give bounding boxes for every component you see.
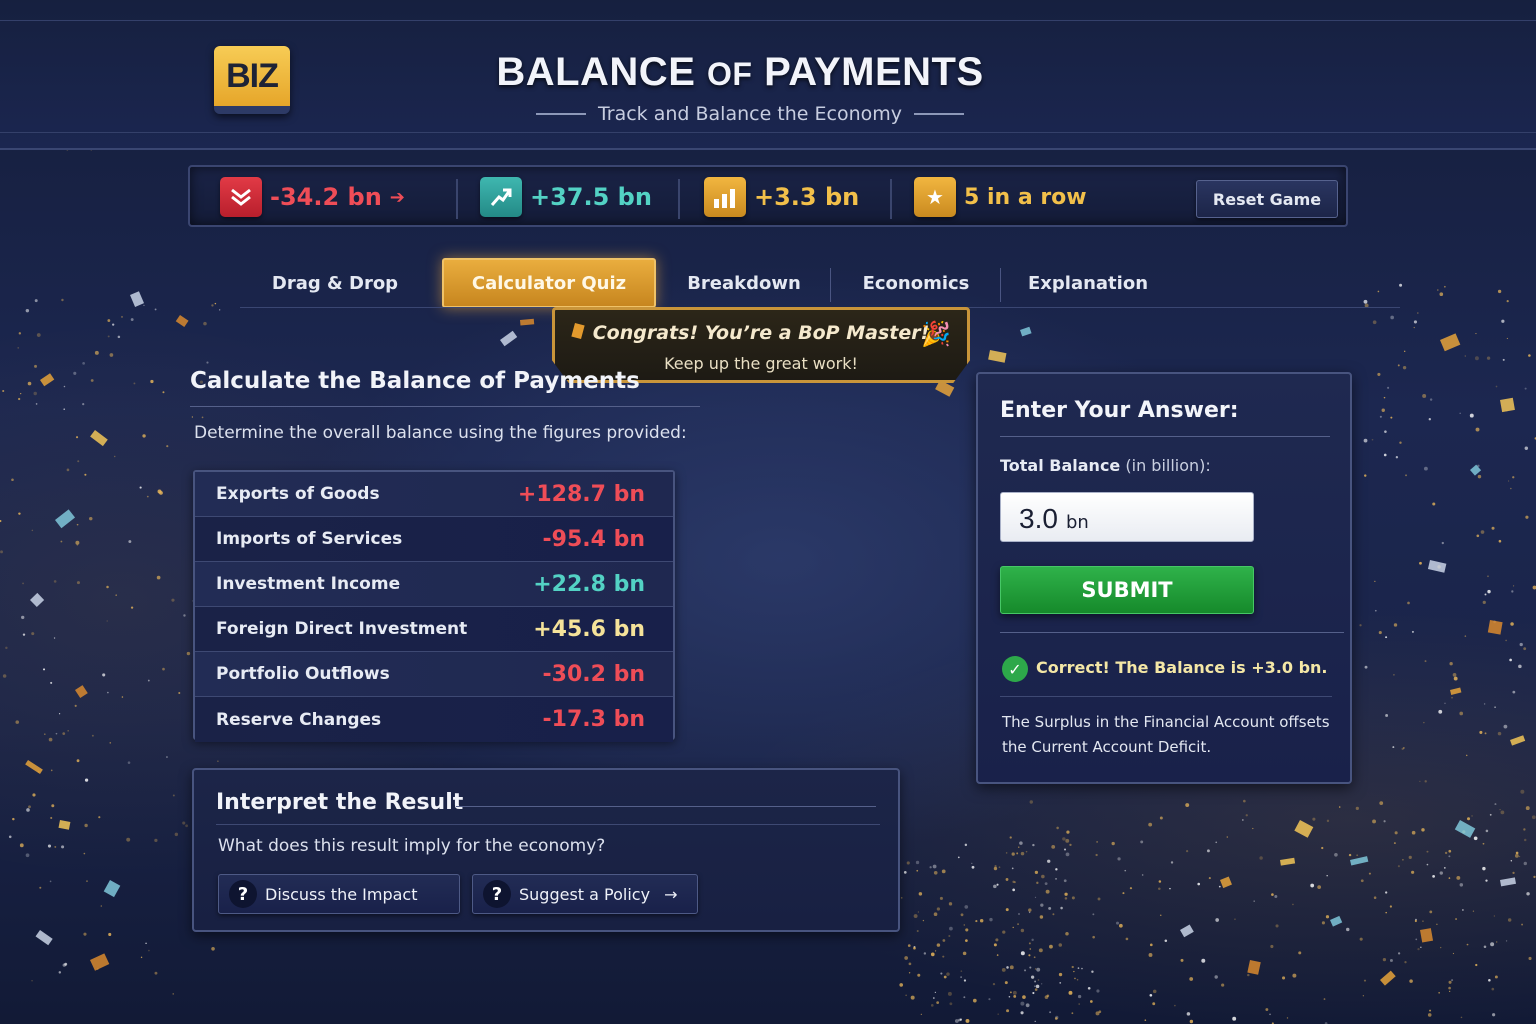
trend-up-arrow-icon: [480, 177, 522, 217]
table-row: Investment Income +22.8 bn: [195, 562, 673, 607]
divider: [456, 806, 876, 807]
discuss-impact-label: Discuss the Impact: [265, 884, 418, 904]
star-badge-icon: ★: [914, 177, 956, 217]
row-value: -17.3 bn: [542, 707, 645, 732]
overall-balance-value: +3.3 bn: [754, 183, 860, 211]
suggest-policy-label: Suggest a Policy: [519, 884, 651, 904]
table-row: Exports of Goods +128.7 bn: [195, 472, 673, 517]
divider: [456, 179, 458, 219]
biz-logo: BIZ: [214, 46, 290, 114]
table-row: Portfolio Outflows -30.2 bn: [195, 652, 673, 697]
suggest-policy-button[interactable]: ? Suggest a Policy →: [472, 874, 698, 914]
divider: [678, 179, 680, 219]
reset-game-button[interactable]: Reset Game: [1196, 180, 1338, 218]
financial-account-value: +37.5 bn: [530, 183, 652, 211]
divider: [890, 179, 892, 219]
deficit-chevrons-icon: [220, 177, 262, 217]
row-value: +22.8 bn: [533, 571, 645, 597]
subtitle-divider: [914, 113, 965, 115]
row-label: Investment Income: [216, 574, 401, 594]
question-icon: ?: [483, 880, 511, 908]
row-label: Portfolio Outflows: [216, 664, 390, 684]
result-message: Correct! The Balance is +3.0 bn.: [1036, 658, 1328, 677]
congrats-title: Congrats! You’re a BoP Master!: [592, 322, 930, 344]
row-value: -30.2 bn: [542, 661, 645, 687]
table-row: Imports of Services -95.4 bn: [195, 517, 673, 562]
tab-breakdown[interactable]: Breakdown: [658, 258, 830, 308]
stat-financial-account: +37.5 bn: [480, 177, 652, 217]
divider: [1000, 696, 1332, 697]
stats-bar: -34.2 bn ➔ +37.5 bn +3.3 bn ★ 5 in a row…: [188, 165, 1348, 227]
total-balance-input[interactable]: 3.0 bn: [1000, 492, 1254, 542]
streak-value: 5 in a row: [964, 184, 1087, 210]
page-title: BALANCE OF PAYMENTS: [496, 50, 984, 94]
tab-bar: Drag & Drop Calculator Quiz Breakdown Ec…: [240, 258, 1400, 308]
figures-table: Exports of Goods +128.7 bn Imports of Se…: [193, 470, 675, 742]
subtitle-row: Track and Balance the Economy: [530, 100, 970, 128]
question-icon: ?: [229, 880, 257, 908]
current-account-value: -34.2 bn: [270, 183, 382, 211]
bar-chart-icon: [704, 177, 746, 217]
tab-divider: [830, 268, 831, 302]
stat-current-account: -34.2 bn ➔: [220, 177, 405, 217]
tab-divider: [1000, 268, 1001, 302]
input-value: 3.0: [1019, 503, 1058, 534]
divider: [216, 824, 880, 825]
row-value: +45.6 bn: [533, 616, 645, 642]
table-row: Foreign Direct Investment +45.6 bn: [195, 607, 673, 652]
tab-explanation[interactable]: Explanation: [1002, 258, 1174, 308]
table-row: Reserve Changes -17.3 bn: [195, 697, 673, 742]
tab-calculator-quiz[interactable]: Calculator Quiz: [442, 258, 656, 308]
row-label: Exports of Goods: [216, 484, 380, 504]
title-divider: [190, 406, 700, 407]
row-label: Imports of Services: [216, 529, 403, 549]
answer-title: Enter Your Answer:: [1000, 398, 1239, 423]
divider: [1000, 436, 1330, 437]
party-popper-icon: 🎉: [921, 320, 951, 348]
result-explanation: The Surplus in the Financial Account off…: [1002, 713, 1330, 756]
row-value: -95.4 bn: [542, 526, 645, 552]
answer-field-label: Total Balance (in billion):: [1000, 456, 1211, 475]
tab-economics[interactable]: Economics: [832, 258, 1000, 308]
submit-button[interactable]: SUBMIT: [1000, 566, 1254, 614]
divider: [1000, 632, 1344, 633]
row-value: +128.7 bn: [517, 481, 645, 507]
interpret-title: Interpret the Result: [216, 790, 464, 815]
row-label: Reserve Changes: [216, 709, 382, 730]
calc-description: Determine the overall balance using the …: [194, 423, 687, 443]
check-circle-icon: ✓: [1002, 656, 1028, 682]
interpret-question: What does this result imply for the econ…: [218, 836, 606, 856]
subtitle-divider: [535, 113, 586, 115]
stat-overall-balance: +3.3 bn: [704, 177, 859, 217]
arrow-right-icon: ➔: [389, 186, 405, 208]
stat-streak: ★ 5 in a row: [914, 177, 1087, 217]
input-unit: bn: [1065, 512, 1089, 533]
header: BIZ BALANCE OF PAYMENTS Track and Balanc…: [0, 0, 1536, 150]
row-label: Foreign Direct Investment: [216, 619, 468, 639]
subtitle: Track and Balance the Economy: [597, 103, 903, 125]
arrow-right-icon: →: [664, 884, 678, 904]
tab-drag-drop[interactable]: Drag & Drop: [240, 258, 430, 308]
interpret-panel: Interpret the Result What does this resu…: [192, 768, 900, 932]
discuss-impact-button[interactable]: ? Discuss the Impact: [218, 874, 460, 914]
answer-panel: Enter Your Answer: Total Balance (in bil…: [976, 372, 1352, 784]
calc-title: Calculate the Balance of Payments: [190, 368, 640, 394]
